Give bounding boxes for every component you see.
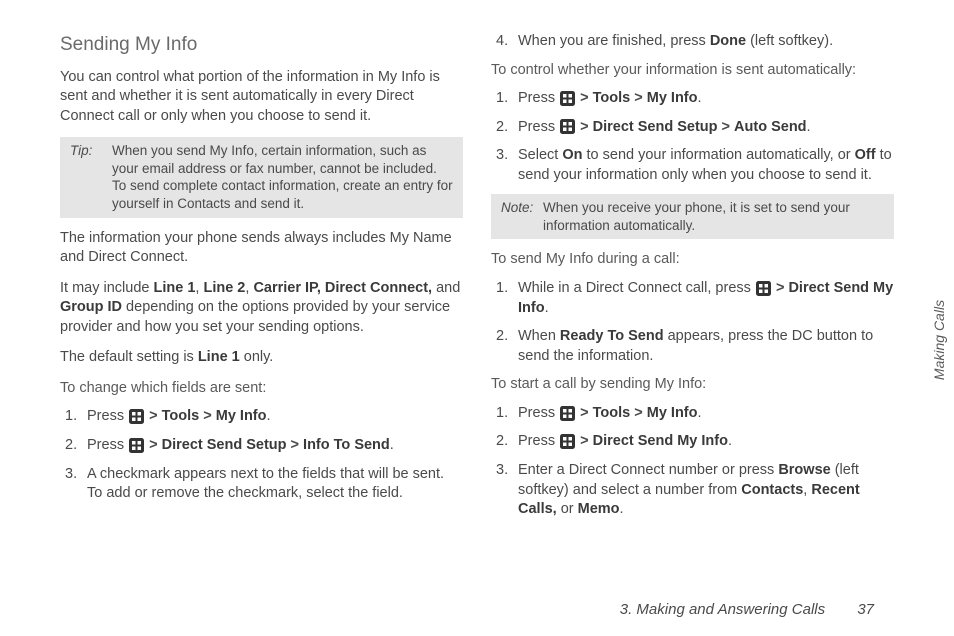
procedure-heading: To control whether your information is s… [491,61,894,81]
tip-box: Tip: When you send My Info, certain info… [60,137,463,217]
note-label: Note: [501,199,543,234]
menu-key-icon [560,434,575,449]
procedure-list-continued: 4. When you are finished, press Done (le… [491,32,894,52]
footer-page-number: 37 [857,601,874,618]
page-content: Sending My Info You can control what por… [0,0,954,580]
body-paragraph: The information your phone sends always … [60,229,463,268]
footer-chapter: 3. Making and Answering Calls [620,601,825,618]
procedure-list: 1. Press > Tools > My Info. 2. Press > D… [491,89,894,185]
procedure-list: 1. Press > Tools > My Info. 2. Press > D… [491,404,894,520]
list-item: 3. Enter a Direct Connect number or pres… [518,461,894,520]
left-column: Sending My Info You can control what por… [60,32,463,580]
tip-label: Tip: [70,142,112,212]
menu-key-icon [129,409,144,424]
body-paragraph: It may include Line 1, Line 2, Carrier I… [60,279,463,338]
right-column: 4. When you are finished, press Done (le… [491,32,894,580]
side-tab: Making Calls [924,280,954,400]
tip-text: When you send My Info, certain informati… [112,142,453,212]
side-tab-label: Making Calls [931,300,947,380]
list-item: 2. Press > Direct Send Setup > Info To S… [87,436,463,456]
menu-key-icon [560,119,575,134]
procedure-list: 1. While in a Direct Connect call, press… [491,279,894,366]
list-item: 2. Press > Direct Send My Info. [518,432,894,452]
list-item: 1. While in a Direct Connect call, press… [518,279,894,318]
menu-key-icon [560,91,575,106]
procedure-heading: To send My Info during a call: [491,250,894,270]
page-footer: 3. Making and Answering Calls 37 [620,601,874,618]
note-text: When you receive your phone, it is set t… [543,199,884,234]
list-item: 3. Select On to send your information au… [518,146,894,185]
list-item: 3. A checkmark appears next to the field… [87,465,463,504]
list-item: 4. When you are finished, press Done (le… [518,32,894,52]
procedure-heading: To start a call by sending My Info: [491,375,894,395]
list-item: 1. Press > Tools > My Info. [518,404,894,424]
menu-key-icon [129,438,144,453]
list-item: 2. When Ready To Send appears, press the… [518,327,894,366]
intro-paragraph: You can control what portion of the info… [60,68,463,127]
menu-key-icon [756,281,771,296]
procedure-list: 1. Press > Tools > My Info. 2. Press > D… [60,407,463,503]
note-box: Note: When you receive your phone, it is… [491,194,894,239]
menu-key-icon [560,406,575,421]
list-item: 2. Press > Direct Send Setup > Auto Send… [518,118,894,138]
list-item: 1. Press > Tools > My Info. [518,89,894,109]
body-paragraph: The default setting is Line 1 only. [60,348,463,368]
procedure-heading: To change which fields are sent: [60,379,463,399]
section-heading: Sending My Info [60,32,463,58]
list-item: 1. Press > Tools > My Info. [87,407,463,427]
